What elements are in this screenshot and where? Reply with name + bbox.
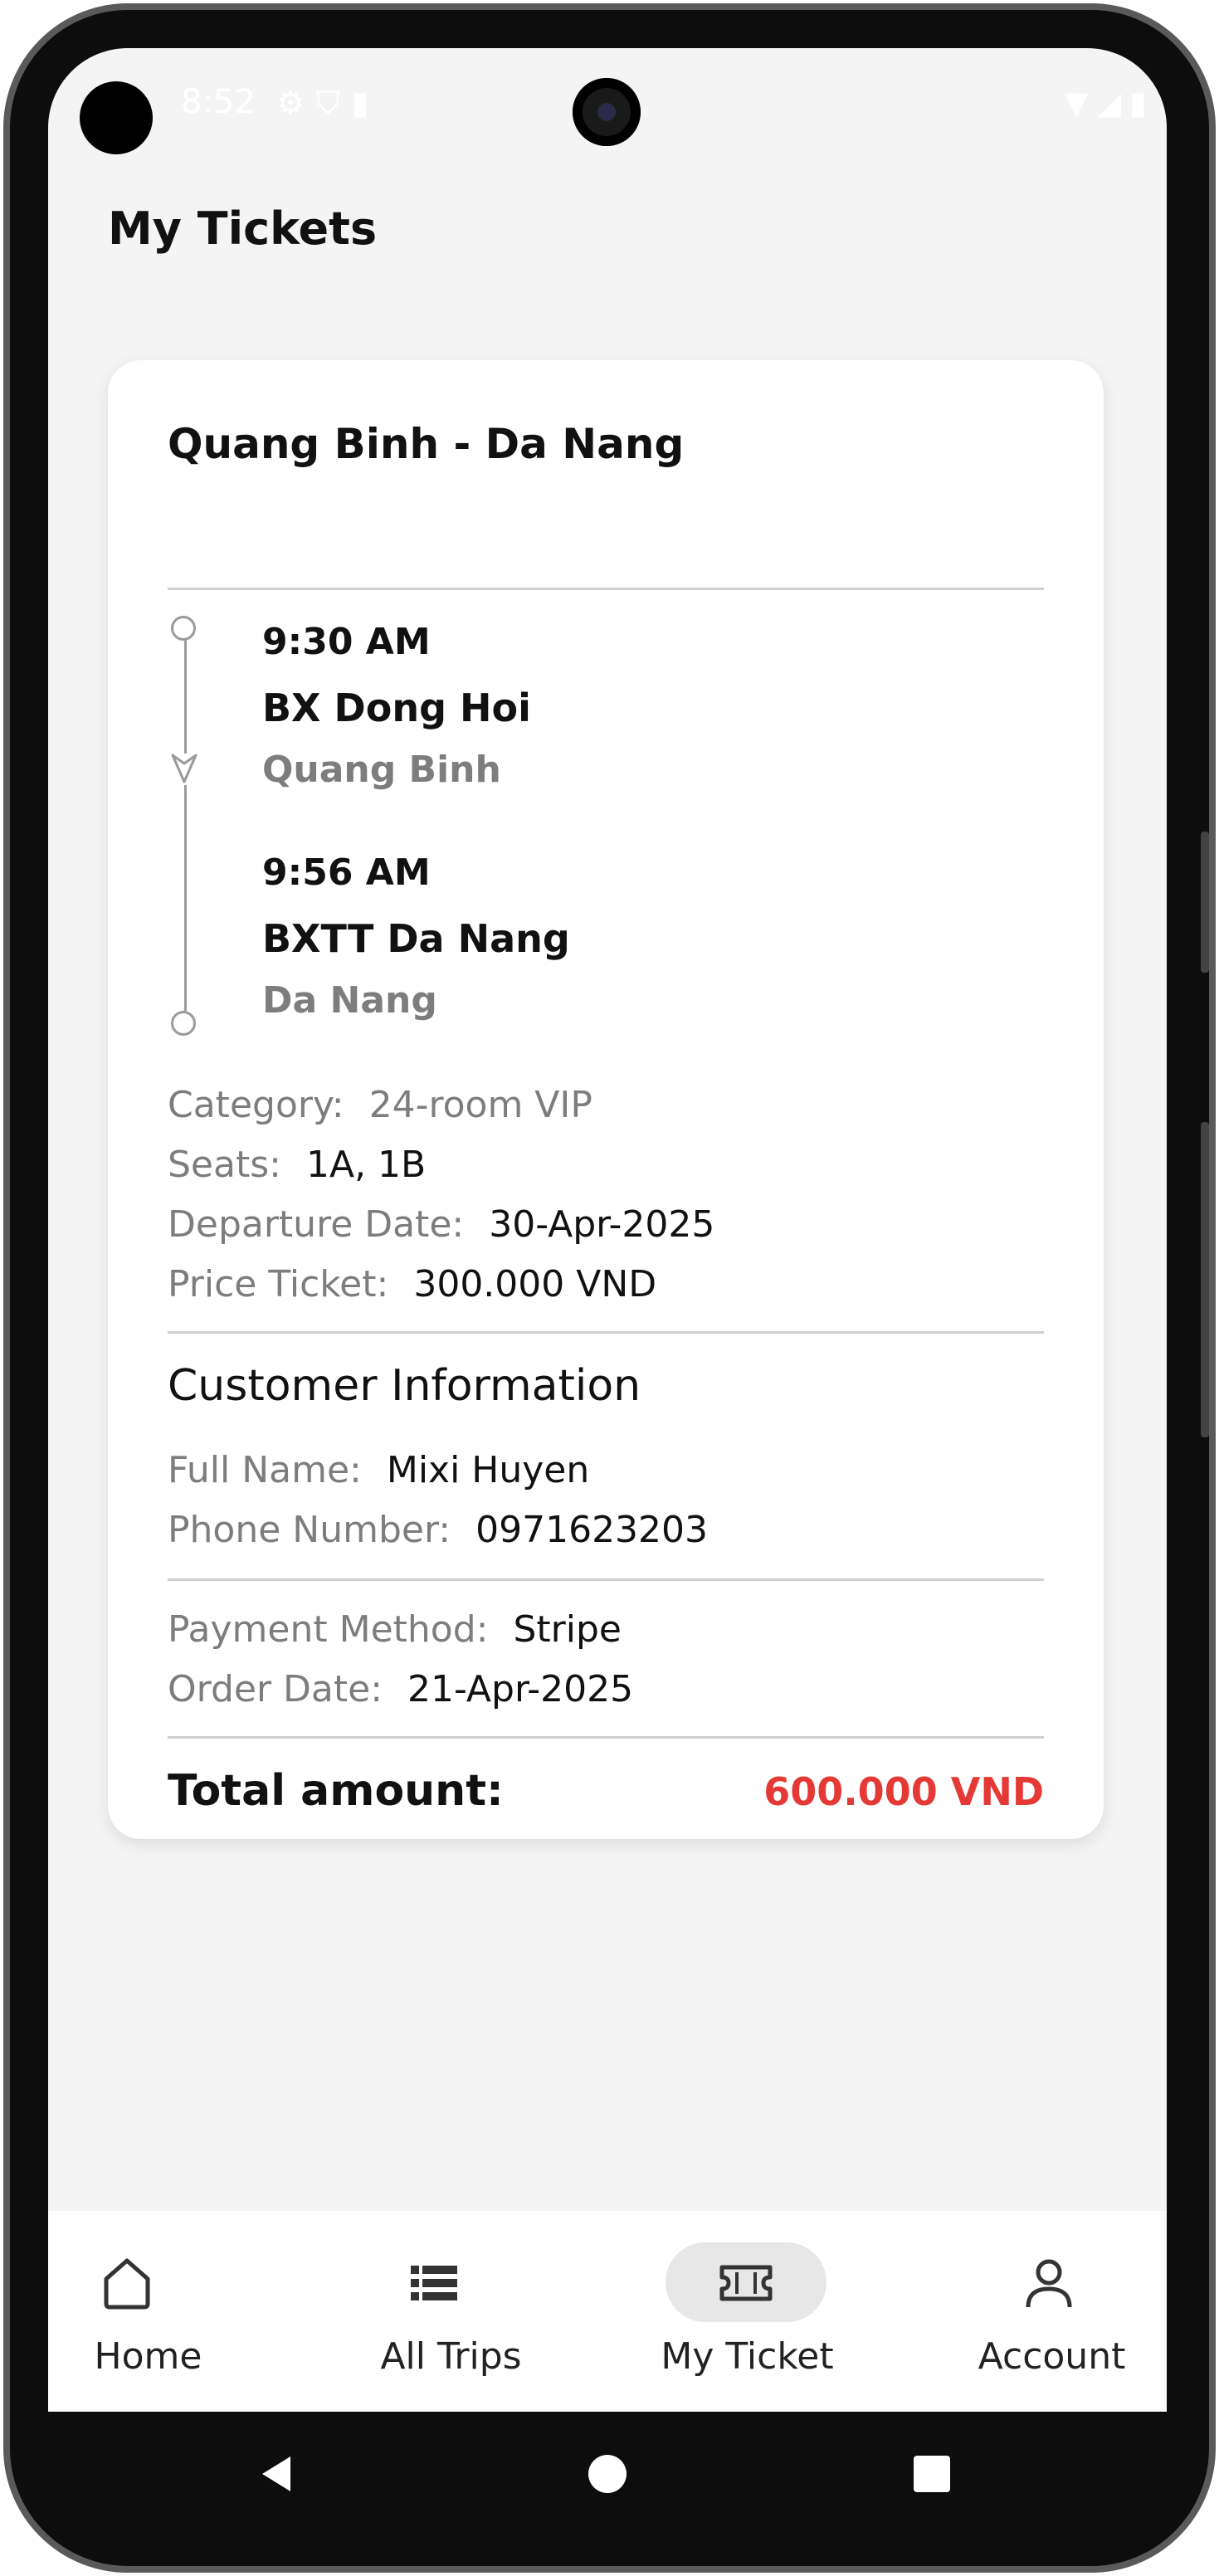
person-icon	[1026, 2259, 1072, 2308]
status-icons-left: ⚙⛉▮	[276, 85, 381, 122]
divider	[168, 1331, 1044, 1334]
departure-date-label: Departure Date:	[168, 1203, 465, 1246]
seats-row: Seats: 1A, 1B	[168, 1144, 426, 1186]
order-date-row: Order Date: 21-Apr-2025	[168, 1668, 633, 1710]
timeline-line	[184, 785, 187, 1011]
signal-icon: ◢	[1096, 85, 1130, 121]
ticket-icon	[719, 2265, 773, 2301]
page-title: My Tickets	[108, 202, 378, 255]
nav-account-label: Account	[978, 2335, 1126, 2378]
status-icons-right: ▼◢▮	[1065, 85, 1155, 121]
phone-label: Phone Number:	[168, 1509, 451, 1551]
departure-time: 9:30 AM	[262, 621, 431, 663]
status-bar: 8:52 ⚙⛉▮ ▼◢▮	[48, 48, 1167, 164]
category-row: Category: 24-room VIP	[168, 1084, 617, 1126]
price-label: Price Ticket:	[168, 1263, 389, 1305]
timeline-line	[184, 641, 187, 754]
bottom-nav: Home All Trips My Ticket Account	[48, 2211, 1167, 2412]
payment-method-label: Payment Method:	[168, 1608, 489, 1651]
ticket-card[interactable]: Quang Binh - Da Nang 9:30 AM BX Dong Hoi…	[108, 360, 1104, 1839]
full-name-row: Full Name: Mixi Huyen	[168, 1449, 589, 1491]
status-time: 8:52	[181, 83, 256, 121]
gear-icon: ⚙	[276, 85, 317, 121]
front-camera	[573, 78, 641, 146]
arrival-station: BXTT Da Nang	[262, 916, 570, 961]
wifi-icon: ▼	[1064, 85, 1097, 121]
category-value: 24-room VIP	[368, 1084, 592, 1126]
direction-arrow-icon	[171, 754, 197, 783]
price-value: 300.000 VND	[413, 1263, 657, 1305]
seats-label: Seats:	[168, 1144, 281, 1186]
volume-button	[1201, 1122, 1209, 1437]
total-value: 600.000 VND	[763, 1769, 1044, 1814]
phone-value: 0971623203	[475, 1509, 709, 1551]
total-label: Total amount:	[168, 1766, 504, 1816]
divider	[168, 1736, 1044, 1739]
departure-date-value: 30-Apr-2025	[489, 1203, 715, 1246]
departure-date-row: Departure Date: 30-Apr-2025	[168, 1203, 714, 1246]
departure-dot	[171, 616, 196, 641]
route-title: Quang Binh - Da Nang	[168, 420, 685, 468]
nav-home[interactable]: Home	[48, 2211, 328, 2412]
arrival-province: Da Nang	[262, 979, 437, 1022]
home-icon	[104, 2258, 150, 2310]
seats-value: 1A, 1B	[305, 1144, 427, 1186]
camera-hole	[80, 81, 153, 154]
home-circle-icon[interactable]	[587, 2453, 628, 2495]
system-nav-bar	[48, 2412, 1167, 2536]
full-name-label: Full Name:	[168, 1449, 362, 1491]
order-date-label: Order Date:	[168, 1668, 383, 1710]
arrival-dot	[171, 1011, 196, 1036]
nav-account[interactable]: Account	[887, 2211, 1167, 2412]
screen: 8:52 ⚙⛉▮ ▼◢▮ My Tickets Quang Binh - Da …	[48, 48, 1167, 2412]
arrival-time: 9:56 AM	[262, 851, 431, 894]
sd-card-icon: ▮	[351, 85, 381, 121]
order-date-value: 21-Apr-2025	[407, 1668, 634, 1710]
list-icon	[411, 2266, 457, 2300]
price-row: Price Ticket: 300.000 VND	[168, 1263, 656, 1305]
departure-station: BX Dong Hoi	[262, 685, 531, 730]
nav-all-trips[interactable]: All Trips	[328, 2211, 607, 2412]
nav-all-trips-label: All Trips	[380, 2335, 522, 2378]
shield-icon: ⛉	[316, 85, 352, 121]
recents-icon[interactable]	[911, 2453, 953, 2495]
payment-method-value: Stripe	[513, 1608, 622, 1651]
category-label: Category:	[168, 1084, 344, 1126]
nav-home-label: Home	[94, 2335, 202, 2378]
divider	[168, 588, 1044, 590]
battery-icon: ▮	[1129, 85, 1155, 121]
payment-method-row: Payment Method: Stripe	[168, 1608, 622, 1651]
departure-province: Quang Binh	[262, 749, 501, 791]
power-button	[1201, 832, 1209, 973]
phone-row: Phone Number: 0971623203	[168, 1509, 708, 1551]
customer-info-heading: Customer Information	[168, 1361, 641, 1411]
nav-my-ticket[interactable]: My Ticket	[607, 2211, 887, 2412]
full-name-value: Mixi Huyen	[386, 1449, 590, 1491]
back-icon[interactable]	[256, 2453, 297, 2495]
nav-my-ticket-label: My Ticket	[661, 2335, 834, 2378]
divider	[168, 1578, 1044, 1581]
